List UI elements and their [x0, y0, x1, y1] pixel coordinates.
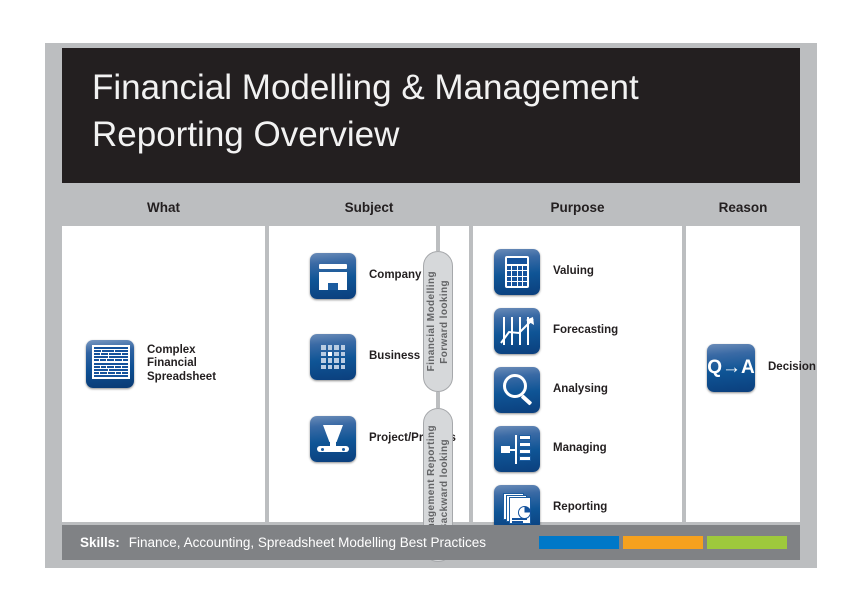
pill-label-line-2: Forward looking: [439, 279, 450, 364]
chip-blue: [539, 536, 619, 549]
purpose-item-analysing[interactable]: Analysing: [494, 367, 608, 413]
question-to-answer-label: Q→A: [707, 357, 755, 378]
column-header-row: What Subject Purpose Reason: [62, 191, 800, 224]
purpose-item-label: Reporting: [553, 501, 608, 514]
business-unit-grid-icon: [310, 334, 356, 380]
purpose-item-label: Forecasting: [553, 324, 619, 337]
page-title-line-2: Reporting Overview: [92, 115, 400, 154]
skills-value-label: Finance, Accounting, Spreadsheet Modelli…: [128, 535, 486, 550]
purpose-item-label: Managing: [553, 442, 607, 455]
org-chart-icon: [494, 426, 540, 472]
column-header-subject: Subject: [269, 191, 469, 224]
subject-item-label: Company: [369, 269, 422, 282]
purpose-item-label: Valuing: [553, 265, 594, 278]
pill-connector-top: [436, 226, 440, 251]
chip-green: [707, 536, 787, 549]
trend-line: [500, 317, 534, 344]
skills-bar: Skills: Finance, Accounting, Spreadsheet…: [62, 525, 800, 560]
what-item-label: Complex Financial Spreadsheet: [147, 343, 217, 383]
pill-financial-modelling: Financial Modelling Forward looking: [423, 251, 453, 392]
company-icon: [310, 253, 356, 299]
purpose-item-label: Analysing: [553, 383, 608, 396]
column-header-purpose: Purpose: [473, 191, 682, 224]
skills-key-label: Skills:: [80, 535, 120, 550]
trend-chart-icon: [494, 308, 540, 354]
project-process-icon: [310, 416, 356, 462]
chip-orange: [623, 536, 703, 549]
pill-label-line-2: Backward looking: [439, 439, 450, 531]
purpose-item-managing[interactable]: Managing: [494, 426, 607, 472]
subject-item-company[interactable]: Company: [310, 253, 421, 299]
column-header-reason: Reason: [686, 191, 800, 224]
reason-item-label: Decision: [768, 361, 816, 374]
purpose-item-valuing[interactable]: Valuing: [494, 249, 594, 295]
column-header-what: What: [62, 191, 265, 224]
title-bar: Financial Modelling & Management Reporti…: [62, 48, 800, 183]
purpose-item-forecasting[interactable]: Forecasting: [494, 308, 618, 354]
pill-connector-middle: [436, 392, 440, 408]
question-to-answer-icon: Q→A: [707, 344, 755, 392]
spreadsheet-icon: [86, 340, 134, 388]
page-title-line-1: Financial Modelling & Management: [92, 68, 639, 107]
pill-label-line-1: Financial Modelling: [426, 271, 437, 372]
what-item-complex-financial-spreadsheet[interactable]: Complex Financial Spreadsheet: [86, 340, 216, 388]
column-body-row: Complex Financial Spreadsheet Company Bu…: [62, 226, 816, 562]
reason-item-decision[interactable]: Q→A Decision: [707, 344, 816, 392]
magnifier-icon: [494, 367, 540, 413]
skills-chip-group: [539, 536, 787, 549]
diagram-frame: Financial Modelling & Management Reporti…: [45, 43, 817, 568]
calculator-icon: [494, 249, 540, 295]
